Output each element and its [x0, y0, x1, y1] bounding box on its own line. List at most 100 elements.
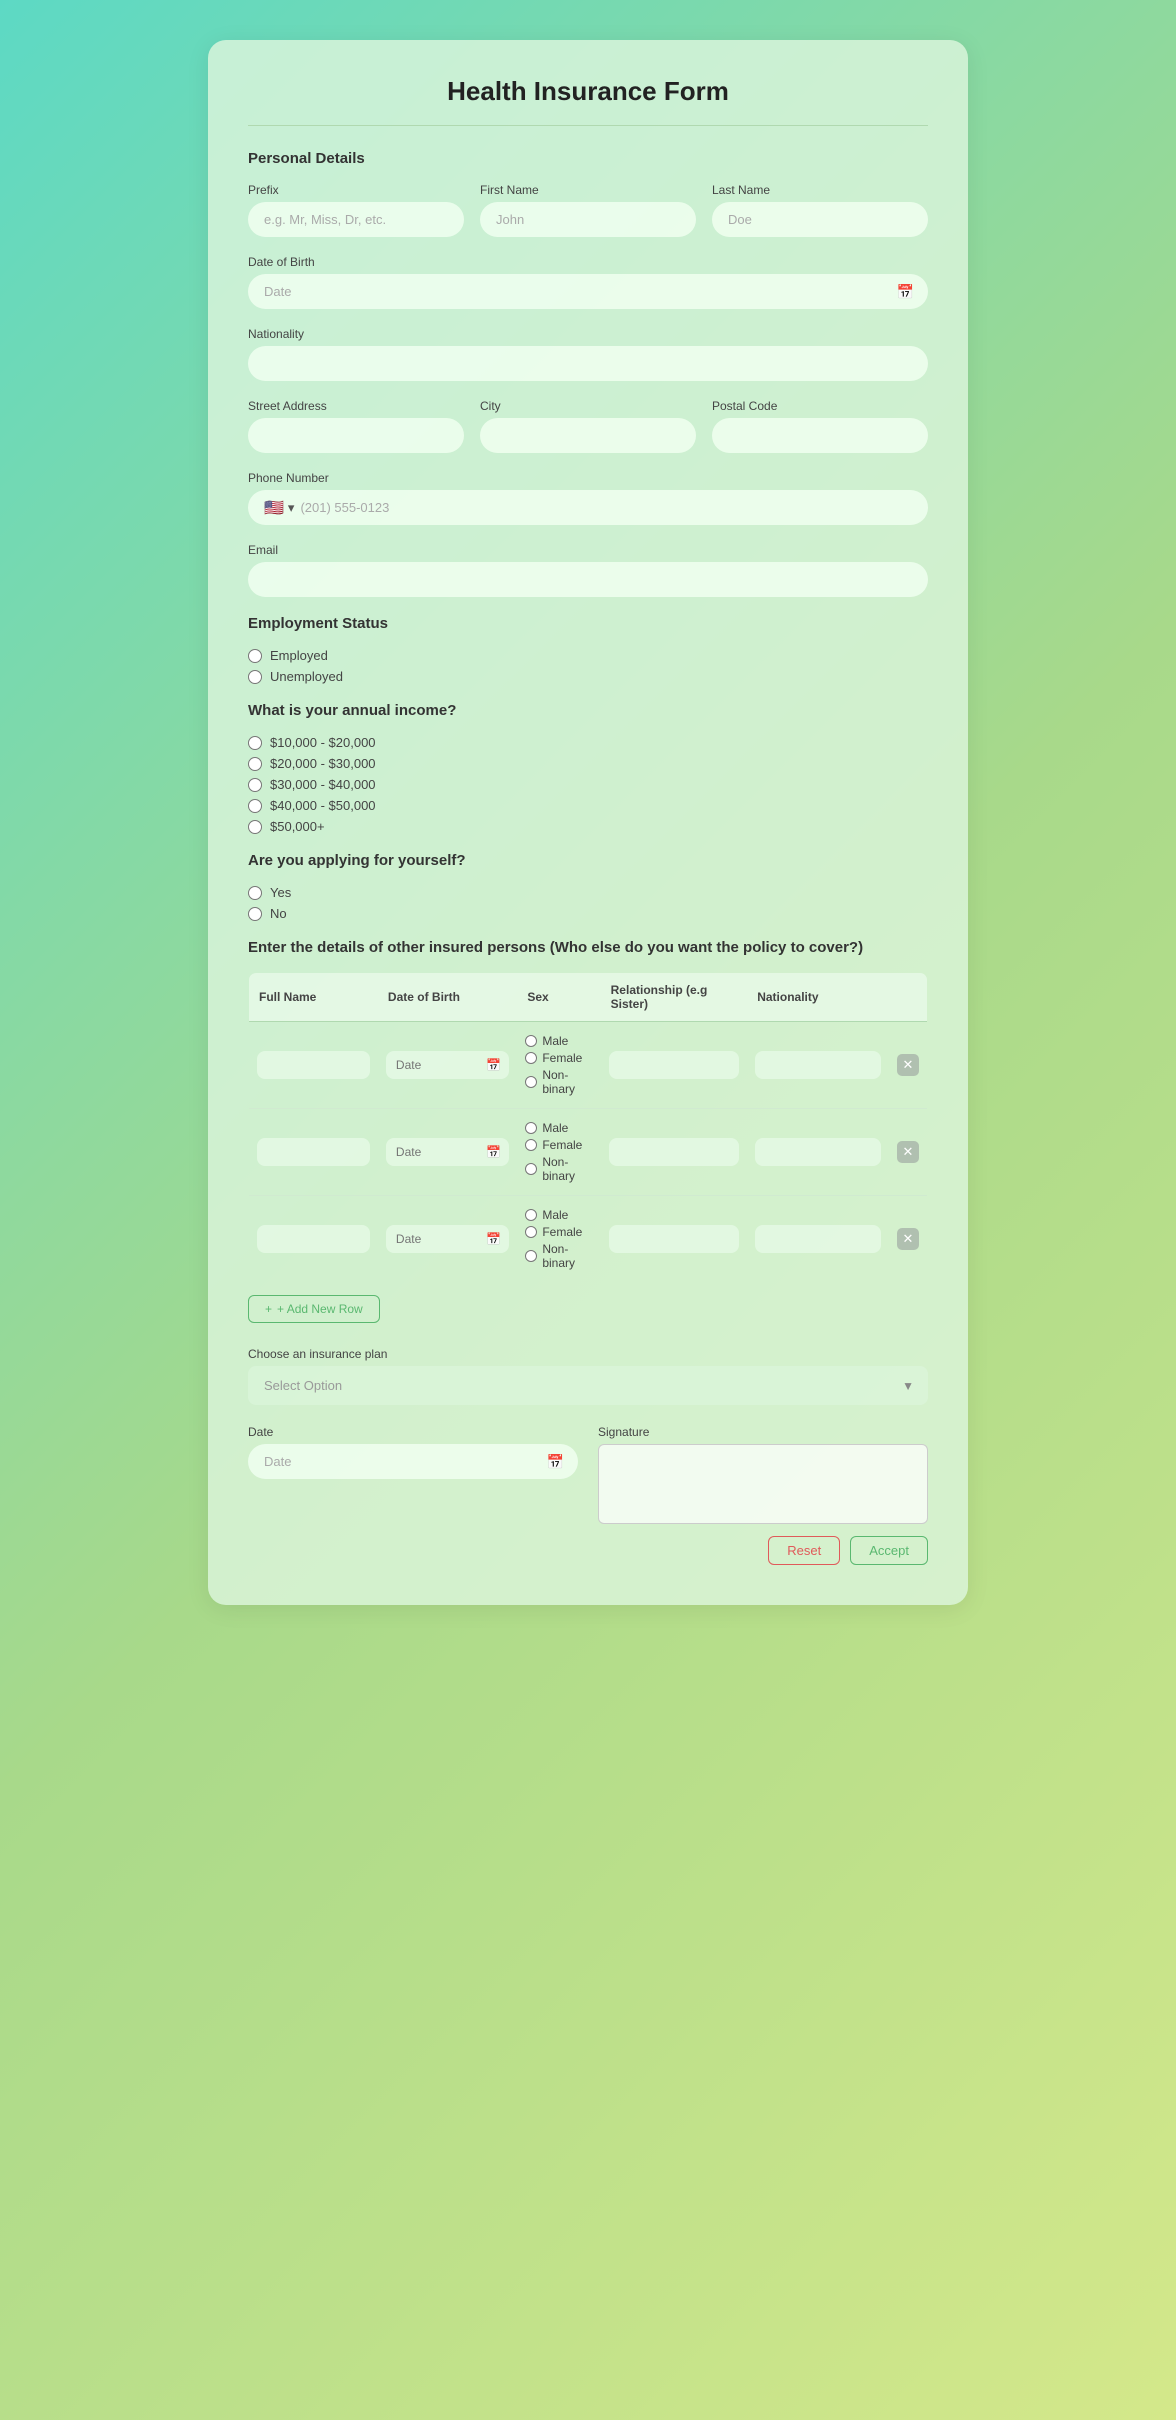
phone-label: Phone Number — [248, 471, 928, 485]
row1-male[interactable]: Male — [525, 1034, 592, 1048]
unemployed-radio[interactable] — [248, 670, 262, 684]
reset-button[interactable]: Reset — [768, 1536, 840, 1565]
self-no-radio[interactable] — [248, 907, 262, 921]
row1-female[interactable]: Female — [525, 1051, 592, 1065]
income-radio-1[interactable] — [248, 736, 262, 750]
row1-fullname[interactable] — [257, 1051, 370, 1079]
accept-button[interactable]: Accept — [850, 1536, 928, 1565]
email-label: Email — [248, 543, 928, 557]
flag-emoji: 🇺🇸 — [264, 498, 284, 518]
nationality-input[interactable] — [248, 346, 928, 381]
last-name-label: Last Name — [712, 183, 928, 197]
first-name-input[interactable] — [480, 202, 696, 237]
plus-icon: + — [265, 1302, 272, 1316]
row3-nationality[interactable] — [755, 1225, 881, 1253]
row2-sex-radios: Male Female Non-binary — [525, 1121, 592, 1183]
signature-box[interactable] — [598, 1444, 928, 1524]
income-30-40[interactable]: $30,000 - $40,000 — [248, 777, 928, 792]
employment-unemployed[interactable]: Unemployed — [248, 669, 928, 684]
employment-heading: Employment Status — [248, 615, 928, 632]
insurance-plan-select[interactable]: Select Option Plan A Plan B Plan C — [248, 1366, 928, 1405]
street-label: Street Address — [248, 399, 464, 413]
row2-relationship[interactable] — [609, 1138, 740, 1166]
form-card: Health Insurance Form Personal Details P… — [208, 40, 968, 1605]
prefix-label: Prefix — [248, 183, 464, 197]
phone-code: ▾ — [288, 500, 295, 516]
row1-sex-radios: Male Female Non-binary — [525, 1034, 592, 1096]
employed-radio[interactable] — [248, 649, 262, 663]
row3-nonbinary[interactable]: Non-binary — [525, 1242, 592, 1270]
row1-female-radio[interactable] — [525, 1052, 537, 1064]
row2-nonbinary-radio[interactable] — [525, 1163, 537, 1175]
row1-nonbinary[interactable]: Non-binary — [525, 1068, 592, 1096]
last-name-input[interactable] — [712, 202, 928, 237]
row2-nationality[interactable] — [755, 1138, 881, 1166]
dob-label: Date of Birth — [248, 255, 928, 269]
self-yes-label: Yes — [270, 885, 291, 900]
income-radio-3[interactable] — [248, 778, 262, 792]
income-50plus[interactable]: $50,000+ — [248, 819, 928, 834]
row2-dob-wrapper: 📅 — [386, 1138, 509, 1166]
employment-radio-group: Employed Unemployed — [248, 648, 928, 684]
row3-fullname[interactable] — [257, 1225, 370, 1253]
phone-input[interactable] — [300, 490, 912, 525]
row3-male[interactable]: Male — [525, 1208, 592, 1222]
table-row: 📅 Male Female Non-binary ✕ — [249, 1022, 928, 1109]
personal-details-heading: Personal Details — [248, 150, 928, 167]
postal-input[interactable] — [712, 418, 928, 453]
row2-remove-btn[interactable]: ✕ — [897, 1141, 919, 1163]
income-40-50[interactable]: $40,000 - $50,000 — [248, 798, 928, 813]
row1-nonbinary-radio[interactable] — [525, 1076, 537, 1088]
row2-fullname[interactable] — [257, 1138, 370, 1166]
income-label-5: $50,000+ — [270, 819, 325, 834]
self-no[interactable]: No — [248, 906, 928, 921]
row2-male[interactable]: Male — [525, 1121, 592, 1135]
employment-employed[interactable]: Employed — [248, 648, 928, 663]
income-radio-group: $10,000 - $20,000 $20,000 - $30,000 $30,… — [248, 735, 928, 834]
income-radio-2[interactable] — [248, 757, 262, 771]
nationality-label: Nationality — [248, 327, 928, 341]
col-sex: Sex — [517, 973, 600, 1022]
row1-relationship[interactable] — [609, 1051, 740, 1079]
col-relationship: Relationship (e.g Sister) — [601, 973, 748, 1022]
income-label-3: $30,000 - $40,000 — [270, 777, 376, 792]
date-input[interactable] — [248, 1444, 578, 1479]
row3-sex-radios: Male Female Non-binary — [525, 1208, 592, 1270]
row1-male-radio[interactable] — [525, 1035, 537, 1047]
row2-male-radio[interactable] — [525, 1122, 537, 1134]
city-label: City — [480, 399, 696, 413]
row1-remove-btn[interactable]: ✕ — [897, 1054, 919, 1076]
self-yes[interactable]: Yes — [248, 885, 928, 900]
income-20-30[interactable]: $20,000 - $30,000 — [248, 756, 928, 771]
add-row-button[interactable]: + + Add New Row — [248, 1295, 380, 1323]
row3-relationship[interactable] — [609, 1225, 740, 1253]
street-input[interactable] — [248, 418, 464, 453]
row3-nonbinary-radio[interactable] — [525, 1250, 537, 1262]
row2-female[interactable]: Female — [525, 1138, 592, 1152]
row3-remove-btn[interactable]: ✕ — [897, 1228, 919, 1250]
city-input[interactable] — [480, 418, 696, 453]
row2-female-radio[interactable] — [525, 1139, 537, 1151]
table-row: 📅 Male Female Non-binary ✕ — [249, 1196, 928, 1283]
row3-female[interactable]: Female — [525, 1225, 592, 1239]
row2-dob[interactable] — [386, 1138, 509, 1166]
add-row-label: + Add New Row — [277, 1302, 363, 1316]
row3-male-radio[interactable] — [525, 1209, 537, 1221]
row3-female-radio[interactable] — [525, 1226, 537, 1238]
prefix-input[interactable] — [248, 202, 464, 237]
phone-wrapper: 🇺🇸 ▾ — [248, 490, 928, 525]
unemployed-label: Unemployed — [270, 669, 343, 684]
row3-dob[interactable] — [386, 1225, 509, 1253]
first-name-label: First Name — [480, 183, 696, 197]
row1-nationality[interactable] — [755, 1051, 881, 1079]
row1-dob[interactable] — [386, 1051, 509, 1079]
income-10-20[interactable]: $10,000 - $20,000 — [248, 735, 928, 750]
col-action — [889, 973, 928, 1022]
row1-dob-wrapper: 📅 — [386, 1051, 509, 1079]
dob-input[interactable] — [248, 274, 928, 309]
self-yes-radio[interactable] — [248, 886, 262, 900]
email-input[interactable] — [248, 562, 928, 597]
row2-nonbinary[interactable]: Non-binary — [525, 1155, 592, 1183]
income-radio-4[interactable] — [248, 799, 262, 813]
income-radio-5[interactable] — [248, 820, 262, 834]
